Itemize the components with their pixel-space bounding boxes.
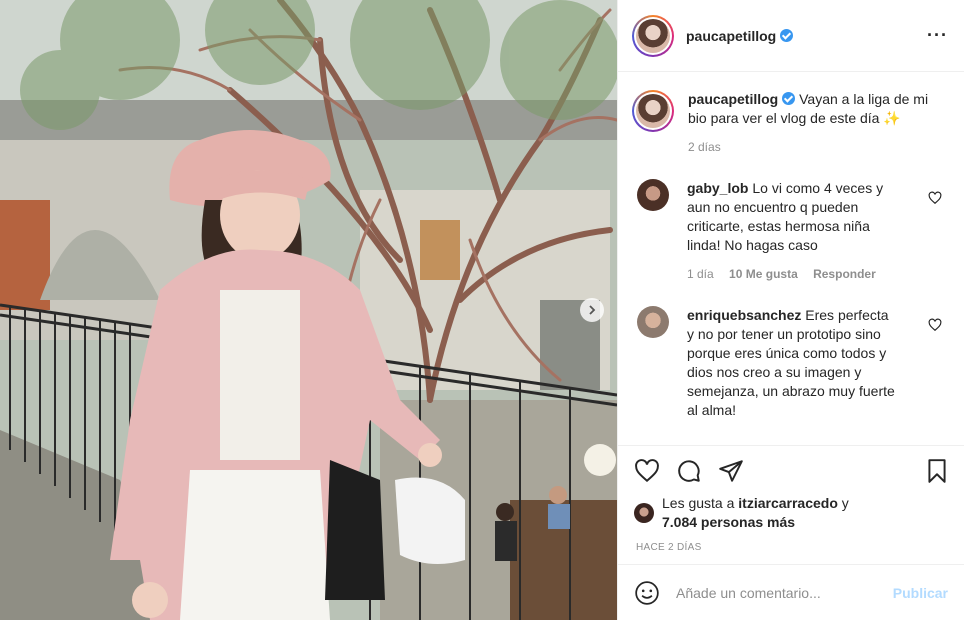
liker-username[interactable]: itziarcarracedo (738, 495, 838, 511)
reply-button[interactable]: Responder (813, 267, 876, 281)
publish-button[interactable]: Publicar (893, 585, 948, 601)
action-bar (634, 456, 950, 486)
comments-list: paucapetillog Vayan a la liga de mi bio … (618, 72, 964, 445)
comment-age[interactable]: 1 día (687, 267, 714, 281)
share-paper-plane-icon[interactable] (718, 458, 744, 484)
caption-username[interactable]: paucapetillog (688, 91, 778, 107)
comment-like-heart-icon[interactable] (928, 191, 942, 205)
comment-input[interactable] (676, 584, 893, 601)
comment-text: Eres perfecta y no por tener un prototip… (687, 307, 895, 418)
caption-body: paucapetillog Vayan a la liga de mi bio … (688, 90, 948, 157)
photo-scene (0, 0, 617, 620)
emoji-smiley-icon[interactable] (634, 580, 660, 606)
comment-like-heart-icon[interactable] (928, 318, 942, 332)
comment-body: gaby_lob Lo vi como 4 veces y aun no enc… (687, 179, 897, 284)
author-avatar[interactable] (632, 14, 674, 57)
comment-item: enriquebsanchez Eres perfecta y no por t… (632, 306, 948, 420)
next-photo-button[interactable] (580, 298, 604, 322)
post-header: paucapetillog ··· (618, 0, 964, 72)
likes-mid: y (837, 495, 849, 511)
instagram-post-modal: paucapetillog ··· paucapetillog Vayan a … (0, 0, 964, 620)
post-timestamp[interactable]: HACE 2 DÍAS (636, 542, 950, 553)
likes-count[interactable]: 7.084 personas más (662, 514, 795, 530)
comment-bubble-icon[interactable] (676, 458, 702, 484)
verified-badge-icon (780, 29, 794, 42)
comment-body: enriquebsanchez Eres perfecta y no por t… (687, 306, 897, 420)
likes-prefix: Les gusta a (662, 495, 739, 511)
caption: paucapetillog Vayan a la liga de mi bio … (632, 90, 948, 157)
comment-username[interactable]: gaby_lob (687, 180, 748, 196)
comment-username[interactable]: enriquebsanchez (687, 307, 801, 323)
comment-item: gaby_lob Lo vi como 4 veces y aun no enc… (632, 179, 948, 284)
save-bookmark-icon[interactable] (924, 458, 950, 484)
add-comment-bar: Publicar (618, 564, 964, 620)
comment-meta: 1 día 10 Me gusta Responder (687, 265, 897, 284)
post-photo[interactable] (0, 0, 617, 620)
comment-avatar[interactable] (637, 179, 669, 211)
comment-likes[interactable]: 10 Me gusta (729, 267, 798, 281)
more-horizontal-icon[interactable]: ··· (927, 25, 948, 46)
likes-text[interactable]: Les gusta a itziarcarracedo y 7.084 pers… (662, 494, 849, 532)
caption-age[interactable]: 2 días (688, 140, 721, 154)
likes-summary: Les gusta a itziarcarracedo y 7.084 pers… (634, 494, 950, 532)
caption-meta: 2 días (688, 138, 948, 157)
caption-avatar[interactable] (632, 90, 674, 132)
verified-badge-icon (782, 92, 796, 105)
like-heart-icon[interactable] (634, 458, 660, 484)
post-sidebar: paucapetillog ··· paucapetillog Vayan a … (617, 0, 964, 620)
chevron-right-icon (589, 305, 596, 315)
comment-avatar[interactable] (637, 306, 669, 338)
liker-avatar[interactable] (634, 503, 654, 523)
author-username[interactable]: paucapetillog (686, 28, 776, 44)
